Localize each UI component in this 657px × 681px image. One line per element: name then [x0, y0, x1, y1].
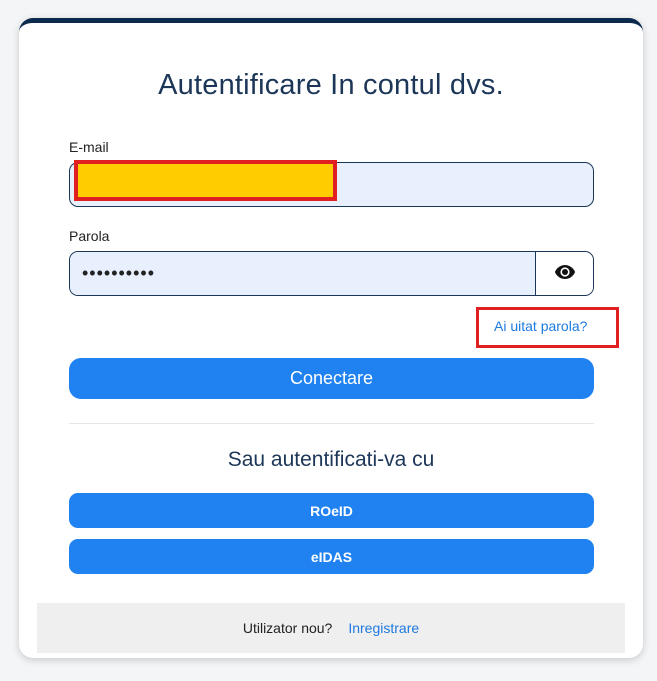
roeid-button[interactable]: ROeID [69, 493, 594, 528]
new-user-prompt: Utilizator nou? [242, 620, 333, 636]
eidas-button[interactable]: eIDAS [69, 539, 594, 574]
divider [69, 423, 594, 424]
register-link[interactable]: Inregistrare [348, 620, 419, 636]
register-footer: Utilizator nou? Inregistrare [37, 603, 625, 653]
eye-icon [554, 264, 576, 283]
password-toggle-button[interactable] [535, 252, 593, 295]
password-label: Parola [69, 228, 110, 244]
redacted-email-highlight [74, 160, 337, 201]
forgot-password-link[interactable]: Ai uitat parola? [494, 318, 587, 334]
alt-login-title: Sau autentificati-va cu [227, 448, 435, 471]
page-title: Autentificare In contul dvs. [158, 69, 504, 101]
password-field[interactable] [70, 252, 535, 295]
password-input-group [69, 251, 594, 296]
login-card: Autentificare In contul dvs. E-mail Paro… [19, 18, 643, 658]
email-label: E-mail [69, 139, 109, 155]
login-button[interactable]: Conectare [69, 358, 594, 399]
